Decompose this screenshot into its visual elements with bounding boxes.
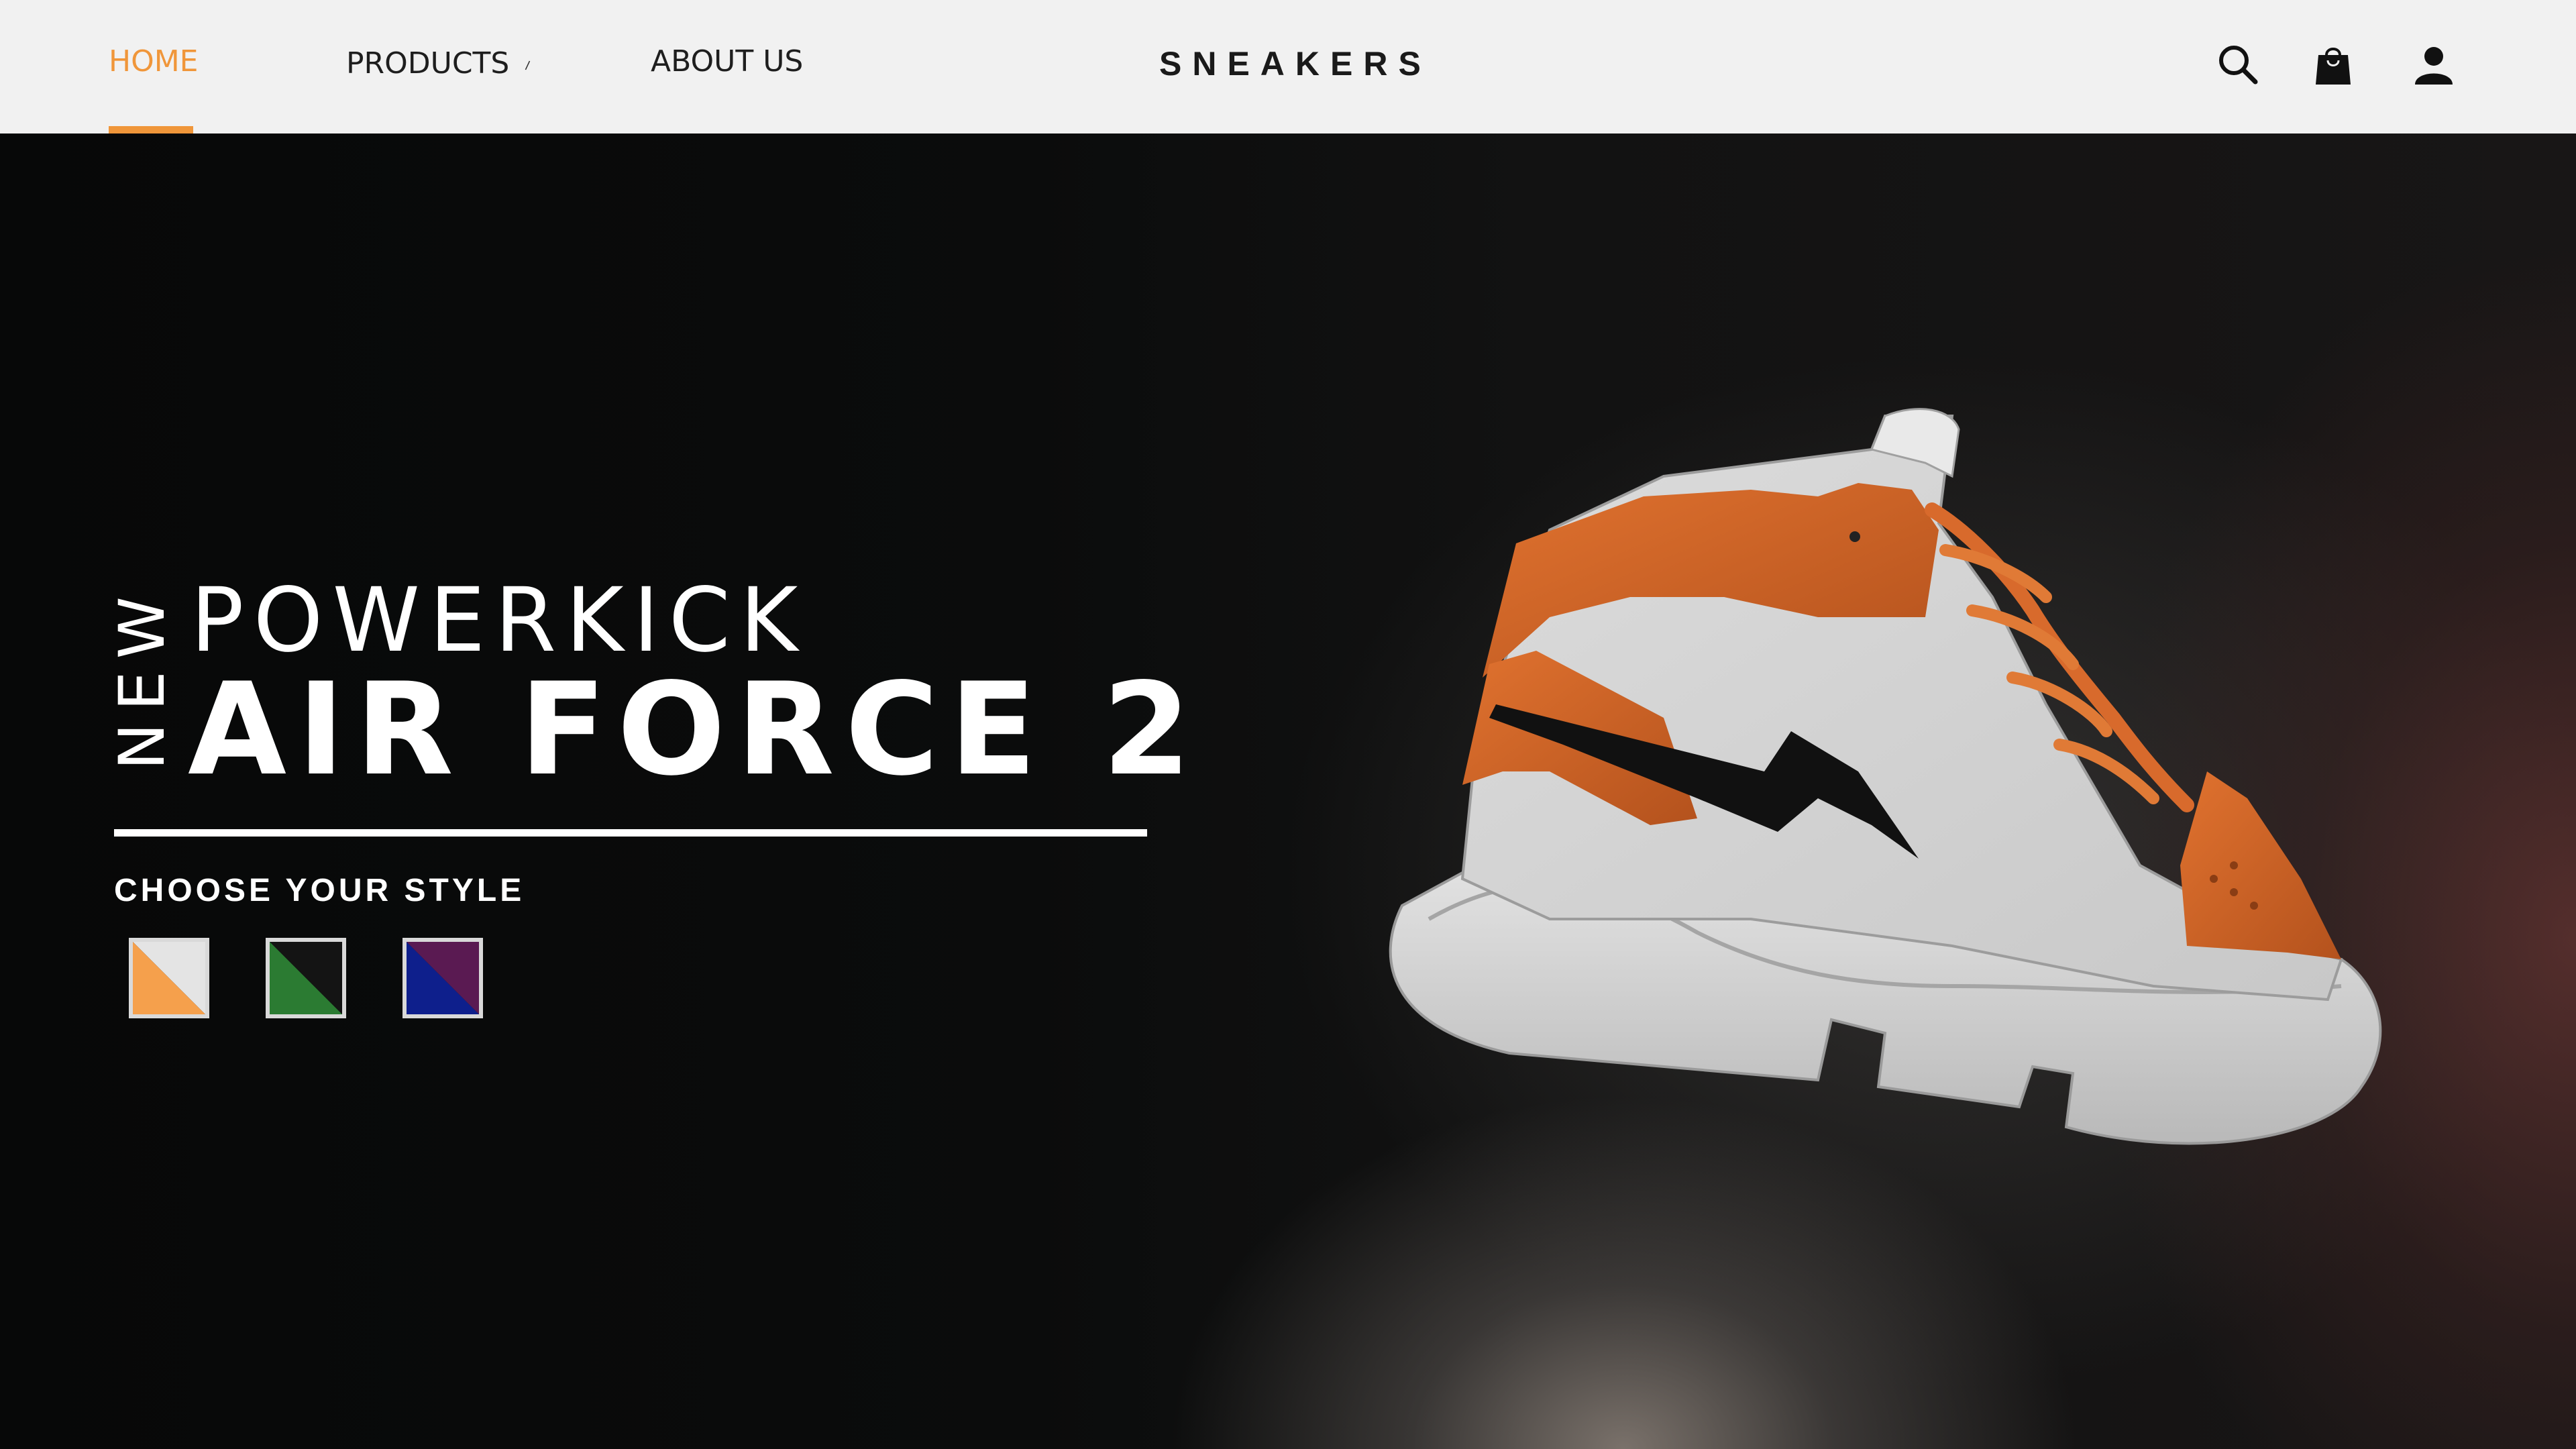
page: HOME PRODUCTS ⸝ ABOUT US SNEAKERS NEW PO…: [0, 0, 2576, 1449]
nav-products-link[interactable]: PRODUCTS ⸝: [346, 42, 535, 84]
brand-logo[interactable]: SNEAKERS: [1159, 44, 1432, 83]
sneaker-product-image: [1348, 396, 2408, 1167]
nav-about-link[interactable]: ABOUT US: [651, 42, 803, 82]
search-icon[interactable]: [2214, 40, 2262, 89]
style-swatch-green-black[interactable]: [266, 938, 346, 1018]
style-swatch-blue-purple[interactable]: [402, 938, 483, 1018]
user-icon[interactable]: [2410, 40, 2458, 89]
nav-products-label: PRODUCTS: [346, 46, 510, 80]
style-swatch-orange-white[interactable]: [129, 938, 209, 1018]
nav-active-indicator: [109, 126, 193, 133]
chevron-down-icon: ⸝: [517, 48, 535, 74]
nav-home-link[interactable]: HOME: [109, 42, 198, 82]
new-badge: NEW: [106, 584, 179, 770]
choose-style-label: CHOOSE YOUR STYLE: [114, 873, 525, 908]
shopping-bag-icon[interactable]: [2309, 40, 2357, 89]
product-title-line2: AIR FORCE 2: [188, 655, 1202, 804]
top-navbar: HOME PRODUCTS ⸝ ABOUT US SNEAKERS: [0, 0, 2576, 133]
title-divider: [114, 829, 1147, 837]
